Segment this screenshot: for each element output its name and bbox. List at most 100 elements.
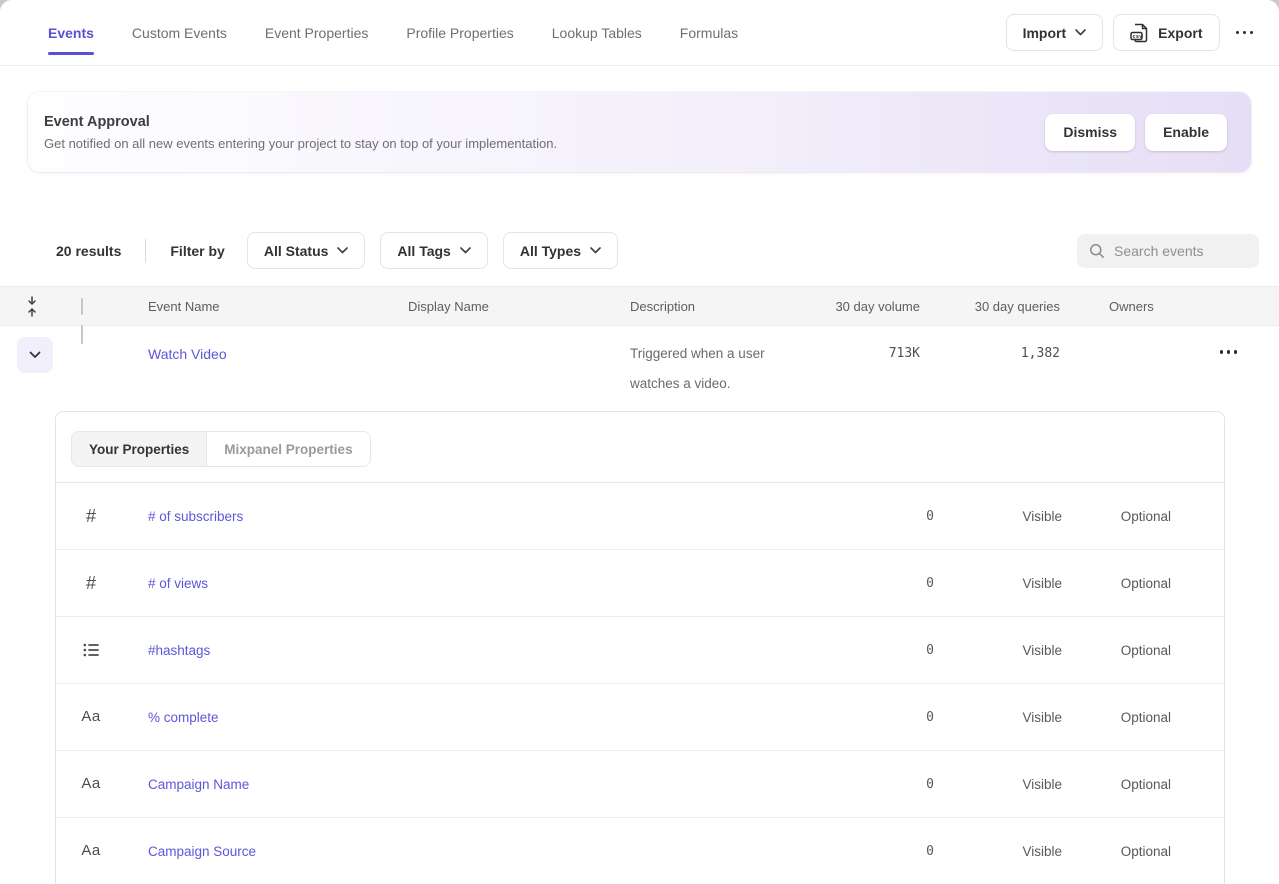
property-row: #hashtags 0 Visible Optional [56, 617, 1224, 684]
types-filter-label: All Types [520, 243, 581, 259]
tags-filter-label: All Tags [397, 243, 450, 259]
enable-button[interactable]: Enable [1145, 114, 1227, 151]
csv-file-icon: csv [1130, 23, 1149, 43]
import-button[interactable]: Import [1006, 14, 1104, 51]
property-count: 0 [814, 710, 934, 725]
divider [145, 239, 146, 263]
property-visibility[interactable]: Visible [934, 710, 1062, 725]
property-count: 0 [814, 576, 934, 591]
event-properties-panel: Your Properties Mixpanel Properties # of… [55, 411, 1225, 884]
results-count: 20 results [56, 243, 121, 259]
top-navigation: Events Custom Events Event Properties Pr… [0, 0, 1279, 66]
tab-events[interactable]: Events [48, 19, 94, 47]
property-visibility[interactable]: Visible [934, 509, 1062, 524]
tags-filter-dropdown[interactable]: All Tags [380, 232, 487, 269]
banner-text: Event Approval Get notified on all new e… [44, 114, 557, 151]
column-display-name[interactable]: Display Name [368, 299, 590, 314]
row-more-options-button[interactable] [1220, 350, 1238, 354]
property-name-link[interactable]: # of subscribers [126, 509, 814, 524]
import-button-label: Import [1023, 25, 1067, 41]
property-requirement[interactable]: Optional [1062, 777, 1171, 792]
chevron-down-icon [1075, 29, 1086, 36]
property-row: # of subscribers 0 Visible Optional [56, 483, 1224, 550]
property-row: # of views 0 Visible Optional [56, 550, 1224, 617]
column-owners[interactable]: Owners [1060, 299, 1279, 314]
property-name-link[interactable]: Campaign Source [126, 844, 814, 859]
volume-value: 713K [800, 326, 920, 361]
row-checkbox[interactable] [81, 325, 83, 344]
collapse-row-button[interactable] [17, 337, 53, 373]
export-button-label: Export [1158, 25, 1202, 41]
queries-value: 1,382 [920, 326, 1060, 361]
property-count: 0 [814, 643, 934, 658]
event-approval-banner: Event Approval Get notified on all new e… [28, 92, 1251, 172]
property-visibility[interactable]: Visible [934, 576, 1062, 591]
export-button[interactable]: csv Export [1113, 14, 1219, 51]
property-name-link[interactable]: Campaign Name [126, 777, 814, 792]
search-input[interactable] [1114, 243, 1244, 259]
column-description[interactable]: Description [590, 299, 800, 314]
property-visibility[interactable]: Visible [934, 844, 1062, 859]
banner-title: Event Approval [44, 114, 557, 130]
tab-profile-properties[interactable]: Profile Properties [406, 19, 513, 47]
tab-formulas[interactable]: Formulas [680, 19, 738, 47]
column-event-name[interactable]: Event Name [108, 299, 368, 314]
filter-by-label: Filter by [170, 243, 224, 259]
banner-description: Get notified on all new events entering … [44, 136, 557, 151]
property-count: 0 [814, 777, 934, 792]
text-icon [81, 775, 100, 793]
tab-lookup-tables[interactable]: Lookup Tables [552, 19, 642, 47]
properties-tab-switcher: Your Properties Mixpanel Properties [71, 431, 371, 467]
search-box[interactable] [1077, 234, 1259, 268]
column-30-day-volume[interactable]: 30 day volume [800, 299, 920, 314]
collapse-all-icon[interactable] [0, 296, 64, 317]
banner-actions: Dismiss Enable [1045, 114, 1227, 151]
tab-custom-events[interactable]: Custom Events [132, 19, 227, 47]
tab-event-properties[interactable]: Event Properties [265, 19, 369, 47]
events-table-header: Event Name Display Name Description 30 d… [0, 286, 1279, 326]
nav-actions: Import csv Export [1006, 14, 1259, 51]
table-row-watch-video: Watch Video Triggered when a user watche… [0, 326, 1279, 411]
nav-tabs: Events Custom Events Event Properties Pr… [48, 19, 738, 47]
status-filter-label: All Status [264, 243, 329, 259]
select-all-checkbox[interactable] [81, 298, 83, 315]
ellipsis-icon [1236, 31, 1254, 35]
number-icon [86, 573, 96, 594]
tab-your-properties[interactable]: Your Properties [72, 432, 206, 466]
status-filter-dropdown[interactable]: All Status [247, 232, 366, 269]
property-requirement[interactable]: Optional [1062, 576, 1171, 591]
property-row: Campaign Source 0 Visible Optional [56, 818, 1224, 884]
ellipsis-icon [1220, 350, 1238, 354]
event-name-link[interactable]: Watch Video [148, 326, 227, 362]
column-30-day-queries[interactable]: 30 day queries [920, 299, 1060, 314]
property-name-link[interactable]: # of views [126, 576, 814, 591]
search-icon [1089, 243, 1105, 259]
chevron-down-icon [590, 247, 601, 254]
property-requirement[interactable]: Optional [1062, 710, 1171, 725]
tab-mixpanel-properties[interactable]: Mixpanel Properties [206, 432, 369, 466]
property-row: % complete 0 Visible Optional [56, 684, 1224, 751]
property-requirement[interactable]: Optional [1062, 509, 1171, 524]
property-visibility[interactable]: Visible [934, 777, 1062, 792]
property-count: 0 [814, 844, 934, 859]
property-count: 0 [814, 509, 934, 524]
dismiss-button[interactable]: Dismiss [1045, 114, 1135, 151]
property-requirement[interactable]: Optional [1062, 643, 1171, 658]
text-icon [81, 708, 100, 726]
properties-list: # of subscribers 0 Visible Optional # of… [56, 483, 1224, 884]
filter-bar: 20 results Filter by All Status All Tags… [0, 232, 1279, 269]
svg-text:csv: csv [1133, 33, 1144, 39]
property-name-link[interactable]: #hashtags [126, 643, 814, 658]
number-icon [86, 506, 96, 527]
property-visibility[interactable]: Visible [934, 643, 1062, 658]
property-name-link[interactable]: % complete [126, 710, 814, 725]
property-requirement[interactable]: Optional [1062, 844, 1171, 859]
more-options-button[interactable] [1230, 14, 1260, 51]
types-filter-dropdown[interactable]: All Types [503, 232, 618, 269]
text-icon [81, 842, 100, 860]
chevron-down-icon [337, 247, 348, 254]
property-row: Campaign Name 0 Visible Optional [56, 751, 1224, 818]
chevron-down-icon [460, 247, 471, 254]
event-description: Triggered when a user watches a video. [630, 326, 800, 399]
list-icon [83, 643, 99, 657]
